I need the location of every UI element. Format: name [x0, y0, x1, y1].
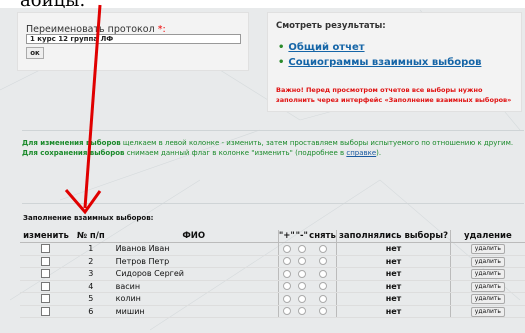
filled-status: нет — [336, 305, 451, 318]
row-number: 3 — [71, 267, 110, 281]
table-header: изменить № п/п ФИО "+" "-" снять заполня… — [20, 230, 525, 243]
edit-checkbox[interactable] — [41, 306, 51, 316]
col-clear: снять — [308, 230, 337, 243]
row-name: Сидоров Сергей — [109, 267, 279, 281]
bullet-icon: • — [278, 57, 285, 68]
general-report-link[interactable]: • Общий отчет — [278, 42, 365, 53]
col-filled: заполнялись выборы? — [336, 230, 451, 243]
instruction-line-2: Для сохранения выборов снимаем данный фл… — [22, 148, 525, 158]
divider — [22, 203, 524, 204]
minus-radio[interactable] — [297, 244, 306, 253]
edit-checkbox[interactable] — [41, 294, 51, 304]
clear-radio[interactable] — [318, 307, 327, 316]
minus-radio[interactable] — [297, 282, 306, 291]
cropped-top-text: абицы. — [0, 0, 525, 8]
table-row: 3 Сидоров Сергей нет удалить — [20, 267, 525, 281]
edit-checkbox[interactable] — [41, 269, 51, 279]
warning-text: Важно! Перед просмотром отчетов все выбо… — [276, 86, 512, 104]
clear-radio[interactable] — [318, 269, 327, 278]
table-row: 1 Иванов Иван нет удалить — [20, 242, 525, 256]
clear-radio[interactable] — [318, 282, 327, 291]
bullet-icon: • — [278, 42, 285, 53]
col-edit: изменить — [20, 230, 72, 243]
filled-status: нет — [336, 242, 451, 256]
results-panel: Смотреть результаты: • Общий отчет • Социо… — [267, 12, 522, 112]
delete-button[interactable]: удалить — [470, 244, 505, 255]
choices-table: изменить № п/п ФИО "+" "-" снять заполня… — [20, 230, 525, 318]
col-num: № п/п — [71, 230, 110, 243]
row-number: 5 — [71, 292, 110, 306]
table-row: 5 колин нет удалить — [20, 292, 525, 306]
instruction-1-bold: Для изменения выборов — [22, 139, 121, 147]
instruction-2-text: снимаем данный флаг в колонке "изменить"… — [124, 149, 347, 157]
edit-checkbox[interactable] — [41, 256, 51, 266]
rename-panel: Переименовать протокол *: 1 курс 12 груп… — [17, 12, 249, 71]
row-number: 4 — [71, 280, 110, 293]
delete-button[interactable]: удалить — [470, 269, 505, 280]
plus-radio[interactable] — [282, 294, 291, 303]
minus-radio[interactable] — [297, 294, 306, 303]
row-name: васин — [109, 280, 279, 293]
protocol-name-input[interactable]: 1 курс 12 группа ЛФ — [26, 34, 241, 44]
filled-status: нет — [336, 255, 451, 268]
edit-checkbox[interactable] — [41, 244, 51, 254]
table-row: 4 васин нет удалить — [20, 280, 525, 293]
plus-radio[interactable] — [282, 244, 291, 253]
col-minus: "-" — [294, 230, 309, 243]
instruction-2-end: ). — [376, 149, 382, 157]
delete-button[interactable]: удалить — [470, 294, 505, 305]
filled-status: нет — [336, 267, 451, 281]
delete-button[interactable]: удалить — [470, 281, 505, 292]
plus-radio[interactable] — [282, 282, 291, 291]
results-title: Смотреть результаты: — [276, 21, 386, 31]
plus-radio[interactable] — [282, 269, 291, 278]
ok-button[interactable]: ок — [26, 47, 44, 59]
delete-button[interactable]: удалить — [470, 256, 505, 267]
sociogram-link[interactable]: • Социограммы взаимных выборов — [278, 57, 481, 68]
general-report-label: Общий отчет — [288, 42, 365, 53]
minus-radio[interactable] — [297, 269, 306, 278]
minus-radio[interactable] — [297, 257, 306, 266]
divider — [22, 130, 524, 131]
row-name: мишин — [109, 305, 279, 318]
instruction-line-1: Для изменения выборов щелкаем в левой ко… — [22, 138, 525, 148]
row-name: Петров Петр — [109, 255, 279, 268]
minus-radio[interactable] — [297, 307, 306, 316]
instruction-1-text: щелкаем в левой колонке - изменить, зате… — [120, 139, 514, 147]
col-delete: удаление — [449, 230, 525, 243]
help-link[interactable]: справке — [346, 149, 376, 157]
delete-button[interactable]: удалить — [470, 306, 505, 317]
clear-radio[interactable] — [318, 294, 327, 303]
row-name: Иванов Иван — [109, 242, 279, 256]
row-number: 2 — [71, 255, 110, 268]
filled-status: нет — [336, 292, 451, 306]
table-row: 6 мишин нет удалить — [20, 305, 525, 318]
row-number: 1 — [71, 242, 110, 256]
cropped-heading: абицы. — [20, 0, 85, 8]
col-name: ФИО — [109, 230, 279, 243]
plus-radio[interactable] — [282, 307, 291, 316]
plus-radio[interactable] — [282, 257, 291, 266]
instructions: Для изменения выборов щелкаем в левой ко… — [22, 138, 525, 158]
row-number: 6 — [71, 305, 110, 318]
edit-checkbox[interactable] — [41, 281, 51, 291]
clear-radio[interactable] — [318, 244, 327, 253]
instruction-2-bold: Для сохранения выборов — [22, 149, 125, 157]
clear-radio[interactable] — [318, 257, 327, 266]
filled-status: нет — [336, 280, 451, 293]
row-name: колин — [109, 292, 279, 306]
section-title: Заполнение взаимных выборов: — [23, 214, 154, 222]
sociogram-label: Социограммы взаимных выборов — [288, 57, 482, 68]
table-row: 2 Петров Петр нет удалить — [20, 255, 525, 268]
col-plus: "+" — [277, 230, 295, 243]
